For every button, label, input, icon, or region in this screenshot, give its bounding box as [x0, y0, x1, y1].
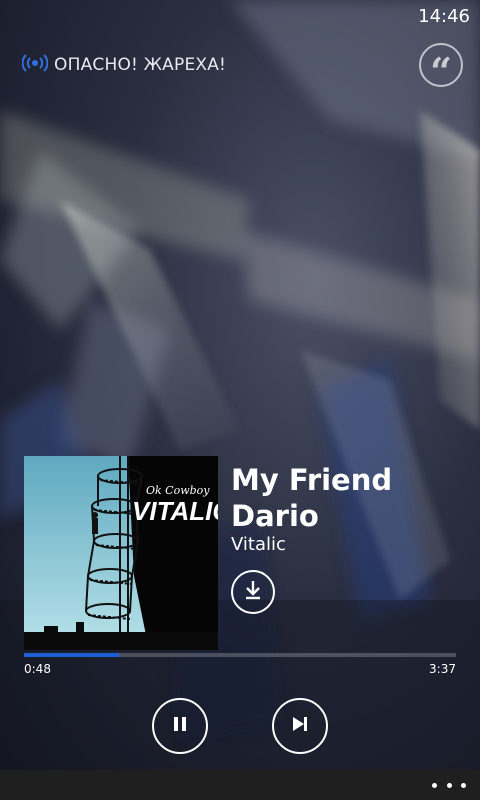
more-dot: [461, 782, 466, 788]
station-name: ОПАСНО! ЖАРЕХА!: [54, 55, 227, 75]
elapsed-time: 0:48: [24, 662, 51, 676]
progress-fill: [24, 653, 120, 657]
quote-icon: “: [430, 49, 452, 94]
app-bar: [0, 770, 480, 800]
more-dots-icon[interactable]: [432, 776, 466, 794]
track-artist[interactable]: Vitalic: [231, 534, 286, 555]
album-art: Ok Cowboy VITALIC: [24, 456, 218, 650]
pause-icon: [170, 714, 190, 738]
skip-next-icon: [289, 714, 311, 738]
more-dot: [432, 782, 437, 788]
status-time: 14:46: [418, 6, 470, 27]
quote-button[interactable]: “: [419, 43, 463, 91]
next-track-button[interactable]: [272, 698, 328, 754]
progress-bar[interactable]: [24, 653, 456, 657]
background-artwork: [0, 0, 480, 800]
more-dot: [446, 782, 452, 788]
total-time: 3:37: [429, 662, 456, 676]
station-indicator: ОПАСНО! ЖАРЕХА!: [21, 54, 227, 76]
pause-button[interactable]: [152, 698, 208, 754]
album-art-artist: VITALIC: [132, 496, 218, 526]
download-icon: [242, 579, 264, 605]
download-button[interactable]: [231, 570, 275, 614]
track-title: My Friend Dario: [231, 463, 393, 533]
radio-broadcast-icon: [21, 54, 49, 76]
